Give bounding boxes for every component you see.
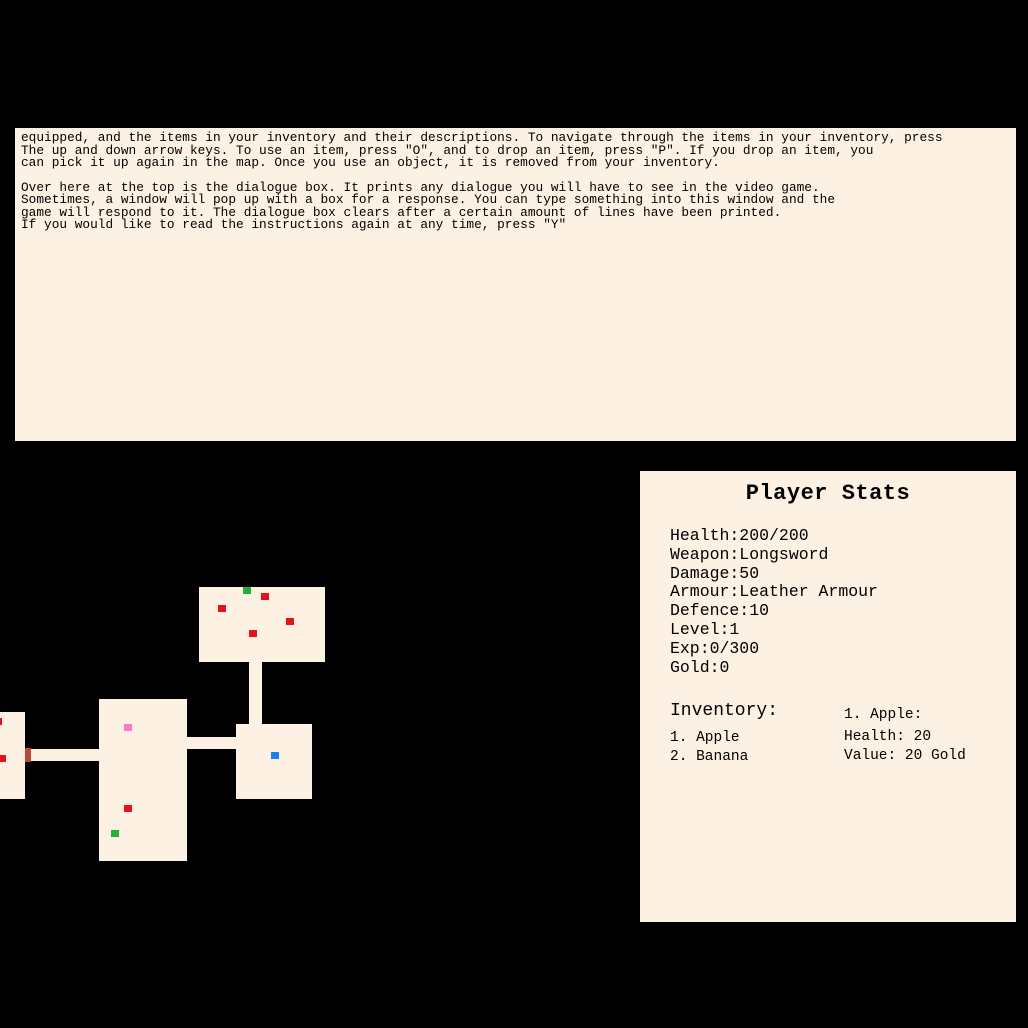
dialogue-line: can pick it up again in the map. Once yo… (21, 155, 720, 170)
item-detail-value: Value: 20 Gold (844, 748, 966, 764)
map-npc-tile (111, 830, 119, 837)
dungeon-map (0, 560, 360, 880)
map-corridor (249, 662, 262, 724)
map-door-tile (25, 748, 31, 762)
map-player-tile (271, 752, 279, 759)
game-screen: equipped, and the items in your inventor… (0, 0, 1028, 1028)
map-corridor (25, 749, 99, 761)
stat-defence: Defence:10 (670, 601, 770, 621)
stat-exp: Exp:0/300 (670, 638, 760, 658)
map-enemy-tile (218, 605, 226, 612)
stats-list: Health:200/200 Weapon:Longsword Damage:5… (670, 526, 878, 677)
map-corridor (187, 737, 236, 749)
map-enemy-tile (249, 630, 257, 637)
inventory-item[interactable]: 1. Apple (670, 729, 748, 748)
map-enemy-tile (0, 718, 2, 725)
dialogue-line: If you would like to read the instructio… (21, 217, 567, 232)
map-enemy-tile (261, 593, 269, 600)
map-room-right (236, 724, 312, 799)
stat-armour: Armour:Leather Armour (670, 582, 878, 602)
inventory-heading: Inventory: (670, 701, 779, 721)
map-npc-tile (243, 587, 251, 594)
stat-health: Health:200/200 (670, 526, 809, 545)
map-enemy-tile (0, 755, 6, 762)
stat-damage: Damage:50 (670, 563, 760, 583)
item-detail: 1. Apple: Health: 20 Value: 20 Gold (844, 704, 966, 767)
stat-weapon: Weapon:Longsword (670, 544, 829, 564)
map-enemy-tile (124, 805, 132, 812)
inventory-list: 1. Apple 2. Banana (670, 729, 748, 767)
map-item-tile (124, 724, 132, 731)
stat-level: Level:1 (670, 619, 740, 639)
dialogue-box: equipped, and the items in your inventor… (15, 128, 1016, 441)
stats-title: Player Stats (745, 481, 911, 506)
player-stats-panel: Player Stats Health:200/200 Weapon:Longs… (640, 471, 1016, 922)
map-enemy-tile (286, 618, 294, 625)
stat-gold: Gold:0 (670, 657, 730, 677)
item-detail-name: 1. Apple: (844, 707, 923, 723)
inventory-item[interactable]: 2. Banana (670, 748, 748, 767)
